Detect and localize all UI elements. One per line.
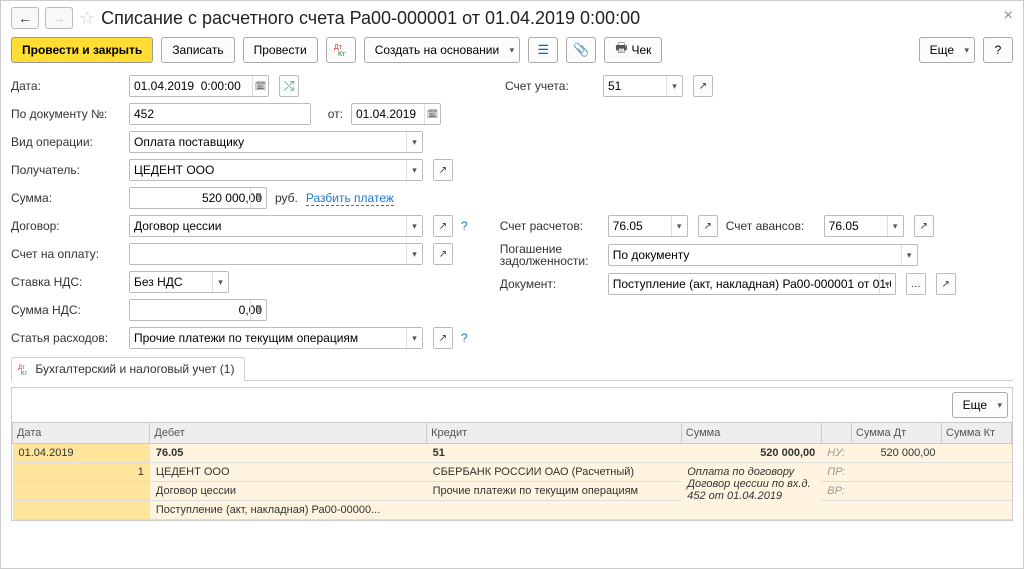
expense-input[interactable]	[129, 327, 423, 349]
open-icon[interactable]: ↗	[914, 215, 934, 237]
svg-text:Кт: Кт	[338, 51, 346, 57]
optype-input[interactable]	[129, 131, 423, 153]
history-button[interactable]: ☰	[528, 37, 558, 63]
back-button[interactable]: ←	[11, 7, 39, 29]
open-icon[interactable]: ↗	[433, 215, 453, 237]
dropdown-icon[interactable]: ▾	[887, 216, 903, 236]
refresh-icon[interactable]: ⤭	[279, 75, 299, 97]
calc-icon[interactable]: 🖩	[250, 300, 266, 320]
th-sumkt: Сумма Кт	[942, 423, 1012, 444]
post-button[interactable]: Провести	[243, 37, 318, 63]
recipient-label: Получатель:	[11, 163, 121, 177]
close-icon[interactable]: ×	[1004, 7, 1013, 25]
check-label: Чек	[631, 43, 651, 57]
ot-label: от:	[319, 107, 343, 121]
dropdown-icon[interactable]: ▾	[406, 160, 422, 180]
tab-accounting[interactable]: ДтКт Бухгалтерский и налоговый учет (1)	[11, 357, 245, 381]
contract-input[interactable]	[129, 215, 423, 237]
attachment-button[interactable]: 📎	[566, 37, 596, 63]
debtpay-input[interactable]	[608, 244, 918, 266]
account-label: Счет учета:	[505, 79, 595, 93]
accounting-table: Дата Дебет Кредит Сумма Сумма Дт Сумма К…	[12, 422, 1012, 520]
advacc-label: Счет авансов:	[726, 219, 816, 233]
optype-label: Вид операции:	[11, 135, 121, 149]
sum-input[interactable]	[129, 187, 267, 209]
open-icon[interactable]: ↗	[698, 215, 718, 237]
create-based-on-button[interactable]: Создать на основании	[364, 37, 521, 63]
calc-icon[interactable]: 🖩	[250, 188, 266, 208]
document-label: Документ:	[500, 277, 600, 291]
dropdown-icon[interactable]: ▾	[671, 216, 687, 236]
svg-text:Кт: Кт	[21, 371, 27, 376]
debtpay-label: Погашение задолженности:	[500, 243, 600, 267]
calendar-icon-2[interactable]: 🗓	[424, 104, 440, 124]
table-row[interactable]: Поступление (акт, накладная) Ра00-00000.…	[13, 501, 1012, 520]
docnum-label: По документу №:	[11, 107, 121, 121]
open-icon[interactable]: ↗	[433, 243, 453, 265]
dropdown-icon[interactable]: ▾	[406, 216, 422, 236]
save-button[interactable]: Записать	[161, 37, 234, 63]
contract-label: Договор:	[11, 219, 121, 233]
th-credit: Кредит	[427, 423, 682, 444]
more-icon[interactable]: …	[906, 273, 926, 295]
th-sum: Сумма	[681, 423, 821, 444]
dropdown-icon[interactable]: ▾	[406, 132, 422, 152]
recipient-input[interactable]	[129, 159, 423, 181]
th-debit: Дебет	[150, 423, 427, 444]
vatsum-label: Сумма НДС:	[11, 303, 121, 317]
open-icon[interactable]: ↗	[936, 273, 956, 295]
th-blank	[821, 423, 851, 444]
th-sumdt: Сумма Дт	[852, 423, 942, 444]
invoice-label: Счет на оплату:	[11, 247, 121, 261]
vatsum-input[interactable]	[129, 299, 267, 321]
svg-text:Дт: Дт	[334, 44, 343, 51]
calendar-icon[interactable]: 🗓	[252, 76, 268, 96]
help-icon[interactable]: ?	[461, 219, 468, 233]
dropdown-icon[interactable]: ▾	[212, 272, 228, 292]
docnum-input[interactable]	[129, 103, 311, 125]
sum-label: Сумма:	[11, 191, 121, 205]
open-icon[interactable]: ↗	[433, 159, 453, 181]
grid-more-button[interactable]: Еще	[952, 392, 1008, 418]
dropdown-icon[interactable]: ▾	[879, 274, 895, 294]
help-icon[interactable]: ?	[461, 331, 468, 345]
dropdown-icon[interactable]: ▾	[901, 245, 917, 265]
more-button[interactable]: Еще	[919, 37, 975, 63]
dropdown-icon[interactable]: ▾	[666, 76, 682, 96]
window-title: Списание с расчетного счета Ра00-000001 …	[101, 8, 640, 29]
favorite-icon[interactable]: ☆	[79, 8, 95, 29]
table-row[interactable]: 01.04.2019 76.05 51 520 000,00 НУ: 520 0…	[13, 444, 1012, 463]
vatrate-label: Ставка НДС:	[11, 275, 121, 289]
help-button[interactable]: ?	[983, 37, 1013, 63]
dropdown-icon[interactable]: ▾	[406, 244, 422, 264]
open-icon[interactable]: ↗	[693, 75, 713, 97]
table-row[interactable]: Договор цессии Прочие платежи по текущим…	[13, 482, 1012, 501]
document-input[interactable]	[608, 273, 896, 295]
expense-label: Статья расходов:	[11, 331, 121, 345]
check-button[interactable]: 🖶 Чек	[604, 37, 662, 63]
th-date: Дата	[13, 423, 150, 444]
date-input[interactable]	[129, 75, 269, 97]
date-label: Дата:	[11, 79, 121, 93]
open-icon[interactable]: ↗	[433, 327, 453, 349]
calcacc-label: Счет расчетов:	[500, 219, 600, 233]
forward-button[interactable]: →	[45, 7, 73, 29]
table-row[interactable]: 1 ЦЕДЕНТ ООО СБЕРБАНК РОССИИ ОАО (Расчет…	[13, 463, 1012, 482]
dropdown-icon[interactable]: ▾	[406, 328, 422, 348]
dtkt-button[interactable]: ДтКт	[326, 37, 356, 63]
invoice-input[interactable]	[129, 243, 423, 265]
split-payment-link[interactable]: Разбить платеж	[306, 191, 394, 206]
post-and-close-button[interactable]: Провести и закрыть	[11, 37, 153, 63]
tab-label: Бухгалтерский и налоговый учет (1)	[35, 362, 234, 376]
rub-label: руб.	[275, 191, 298, 205]
